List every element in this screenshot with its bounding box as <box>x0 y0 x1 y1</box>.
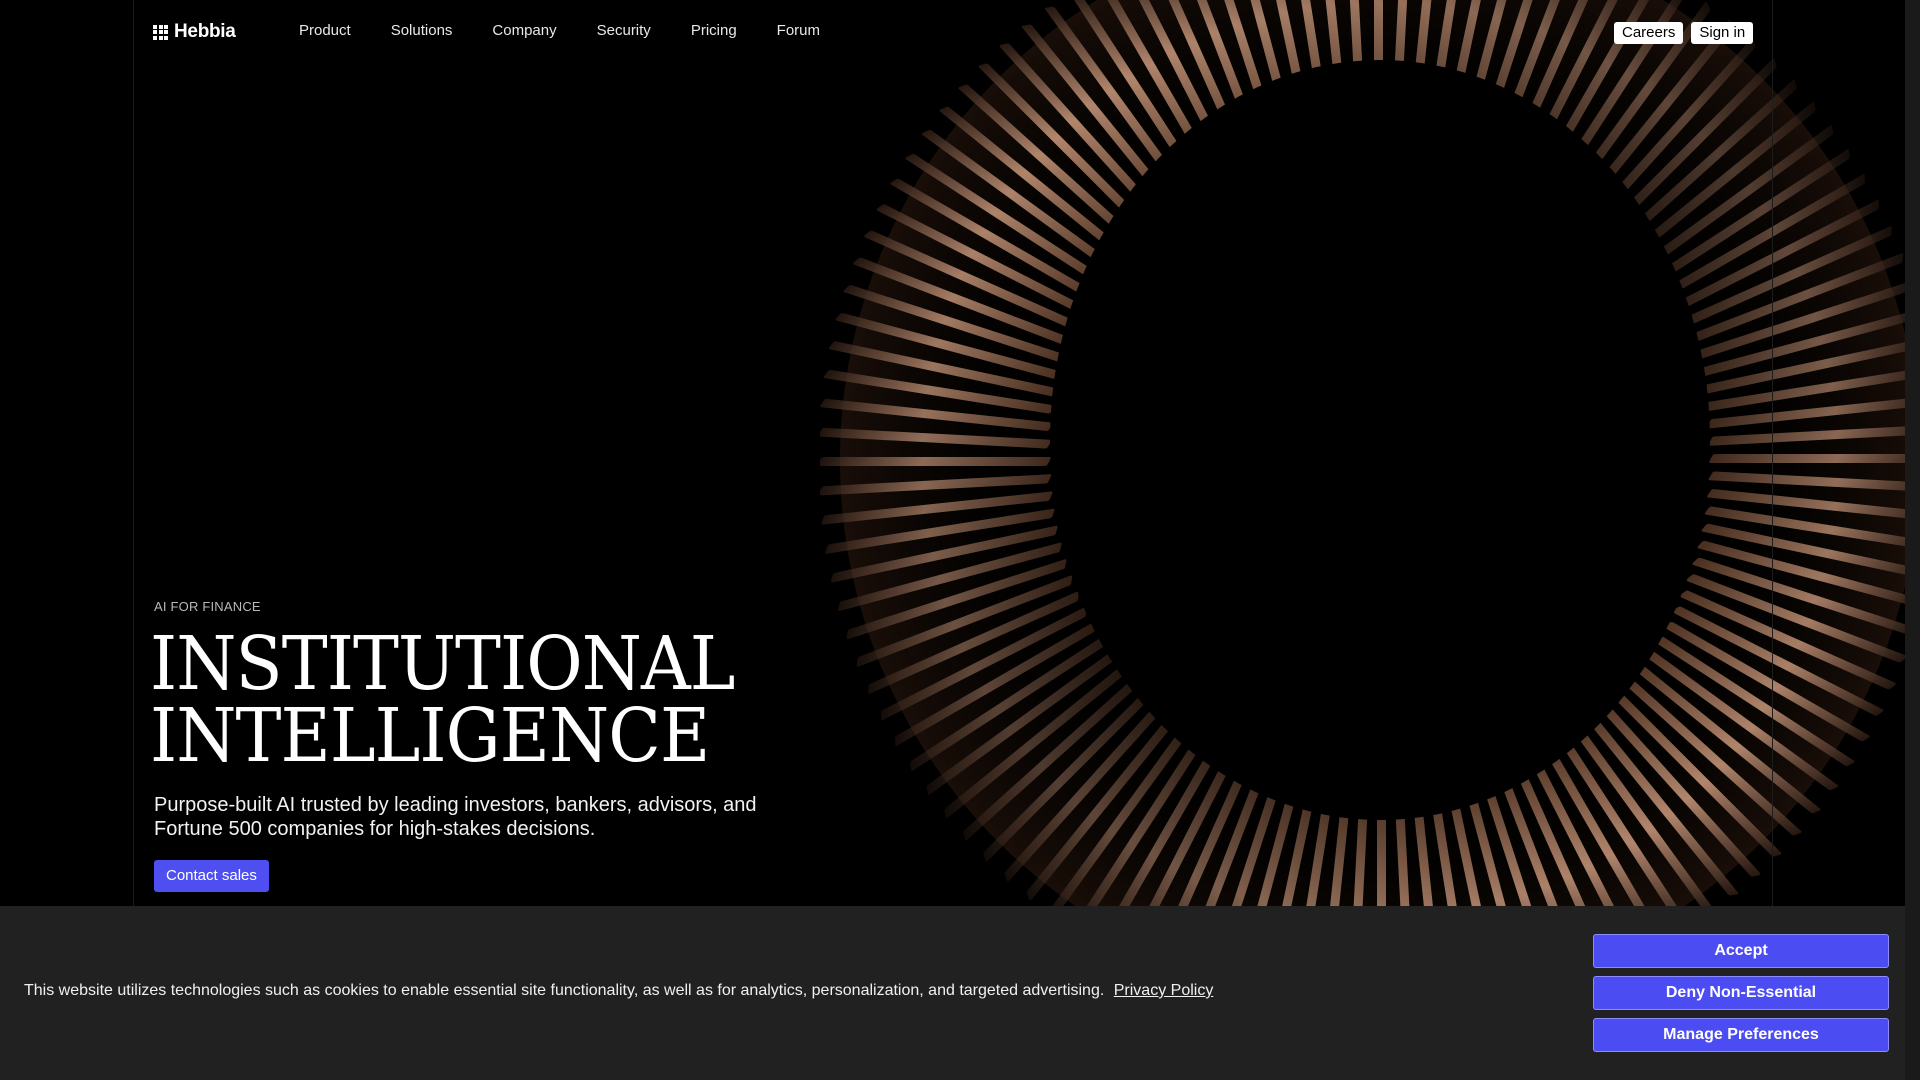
nav-link-company[interactable]: Company <box>492 22 556 39</box>
nav-link-security[interactable]: Security <box>597 22 651 39</box>
logo-text: Hebbia <box>174 21 236 42</box>
top-navigation: Hebbia Product Solutions Company Securit… <box>0 0 1905 64</box>
page: Hebbia Product Solutions Company Securit… <box>0 0 1920 1080</box>
nav-links: Product Solutions Company Security Prici… <box>299 22 860 39</box>
deny-non-essential-button[interactable]: Deny Non-Essential <box>1593 976 1889 1010</box>
contact-sales-button[interactable]: Contact sales <box>154 860 269 892</box>
manage-preferences-button[interactable]: Manage Preferences <box>1593 1018 1889 1052</box>
cookie-banner: This website utilizes technologies such … <box>0 906 1905 1080</box>
hero-turbine-image <box>820 0 1920 1000</box>
nav-link-product[interactable]: Product <box>299 22 351 39</box>
careers-button[interactable]: Careers <box>1614 22 1684 44</box>
hero-eyebrow: AI FOR FINANCE <box>154 599 261 614</box>
hero-headline: INSTITUTIONAL INTELLIGENCE <box>150 627 736 773</box>
hero-subhead: Purpose-built AI trusted by leading inve… <box>154 794 757 840</box>
nav-link-solutions[interactable]: Solutions <box>391 22 453 39</box>
page-scrollbar[interactable] <box>1905 0 1920 1080</box>
guide-line-left <box>133 0 134 906</box>
nav-link-pricing[interactable]: Pricing <box>691 22 737 39</box>
hebbia-logo[interactable]: Hebbia <box>153 21 236 43</box>
accept-button[interactable]: Accept <box>1593 934 1889 968</box>
cookie-message: This website utilizes technologies such … <box>24 982 1105 999</box>
privacy-policy-link[interactable]: Privacy Policy <box>1114 982 1214 999</box>
cookie-actions: Accept Deny Non-Essential Manage Prefere… <box>1593 934 1889 1060</box>
grid-logo-icon <box>153 24 168 40</box>
headline-line-2: INTELLIGENCE <box>150 693 710 779</box>
nav-link-forum[interactable]: Forum <box>777 22 820 39</box>
cookie-text: This website utilizes technologies such … <box>24 982 1213 1000</box>
guide-line-right <box>1772 0 1773 906</box>
sign-in-button[interactable]: Sign in <box>1691 22 1754 44</box>
nav-actions: Careers Sign in <box>1614 22 1754 44</box>
